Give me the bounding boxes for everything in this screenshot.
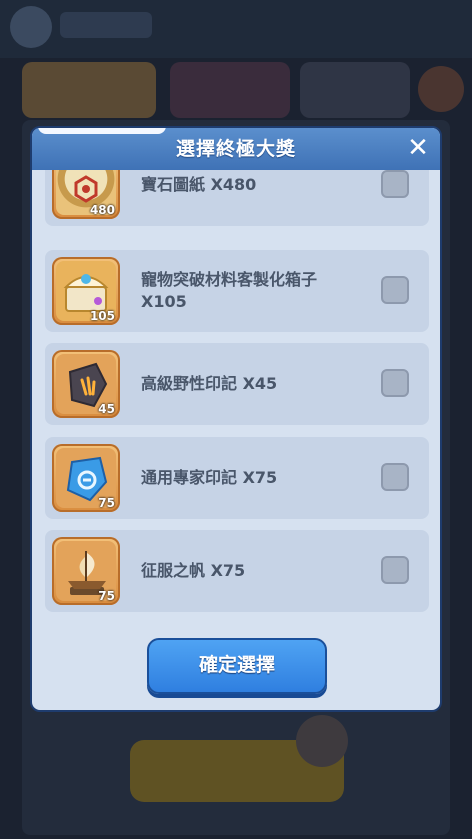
background-tab xyxy=(22,62,156,118)
item-name: 高級野性印記 X45 xyxy=(141,374,278,393)
item-checkbox[interactable] xyxy=(381,276,409,304)
item-checkbox[interactable] xyxy=(381,369,409,397)
item-quantity: 105 xyxy=(89,309,115,323)
background-tab xyxy=(418,66,464,112)
list-item[interactable]: 75 通用專家印記 X75 xyxy=(45,437,429,519)
reward-select-modal: 選擇終極大獎 ✕ 480 寶石圖紙 X480 105 寵物突破材料客製化箱子 X… xyxy=(30,126,442,712)
item-checkbox[interactable] xyxy=(381,463,409,491)
list-item[interactable]: 75 征服之帆 X75 xyxy=(45,530,429,612)
item-checkbox[interactable] xyxy=(381,556,409,584)
conquest-sail-ship-icon: 75 xyxy=(52,537,120,605)
reward-list[interactable]: 480 寶石圖紙 X480 105 寵物突破材料客製化箱子 X105 45 高級… xyxy=(32,170,440,620)
close-icon[interactable]: ✕ xyxy=(404,134,432,162)
modal-title: 選擇終極大獎 xyxy=(175,138,296,160)
item-name: 寶石圖紙 X480 xyxy=(141,175,257,194)
list-item[interactable]: 480 寶石圖紙 X480 xyxy=(45,170,429,226)
item-name: 通用專家印記 X75 xyxy=(141,468,278,487)
background-bubble xyxy=(296,715,348,767)
list-item[interactable]: 105 寵物突破材料客製化箱子 X105 xyxy=(45,250,429,332)
item-checkbox[interactable] xyxy=(381,170,409,198)
expert-mark-crystal-icon: 75 xyxy=(52,444,120,512)
background-title xyxy=(60,12,152,38)
background-tab xyxy=(300,62,410,118)
list-item[interactable]: 45 高級野性印記 X45 xyxy=(45,343,429,425)
item-quantity: 45 xyxy=(98,402,115,416)
modal-header: 選擇終極大獎 ✕ xyxy=(32,128,440,170)
item-quantity: 75 xyxy=(98,496,115,510)
item-name: 寵物突破材料客製化箱子 X105 xyxy=(141,270,318,311)
item-quantity: 480 xyxy=(89,203,115,217)
item-name: 征服之帆 X75 xyxy=(141,561,246,580)
item-quantity: 75 xyxy=(98,589,115,603)
gem-blueprint-scroll-icon: 480 xyxy=(52,170,120,219)
background-avatar xyxy=(10,6,52,48)
wild-mark-stone-icon: 45 xyxy=(52,350,120,418)
background-tab xyxy=(170,62,290,118)
confirm-button[interactable]: 確定選擇 xyxy=(147,638,327,694)
treasure-chest-icon: 105 xyxy=(52,257,120,325)
